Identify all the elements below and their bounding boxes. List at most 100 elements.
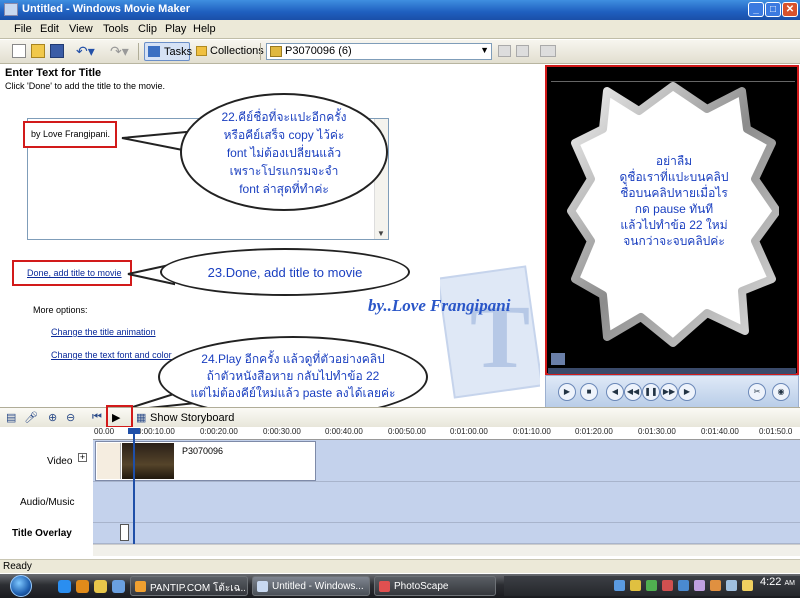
audio-track[interactable] — [93, 482, 800, 523]
preview-note-line: ดูชื่อเราที่แปะบนคลิป — [619, 170, 729, 184]
fast-forward-icon[interactable]: ▶▶ — [660, 383, 678, 401]
previous-frame-icon[interactable]: ◀ — [606, 383, 624, 401]
callout-23-text: 23.Done, add title to movie — [207, 265, 363, 280]
scroll-down-icon[interactable]: ▼ — [377, 229, 385, 238]
taskbar-item-photoscape[interactable]: PhotoScape — [374, 576, 496, 596]
volume-icon[interactable] — [726, 580, 737, 591]
start-button[interactable] — [10, 575, 32, 597]
preview-note-line: จนกว่าจะจบคลิปค่ะ — [623, 234, 725, 248]
menu-edit[interactable]: Edit — [40, 23, 59, 35]
clock-ampm: AM — [784, 580, 795, 587]
callout-23: 23.Done, add title to movie — [160, 248, 410, 296]
ruler-label: 0:00:50.00 — [388, 427, 426, 436]
title-text-highlight[interactable]: by Love Frangipani. — [23, 121, 117, 148]
done-add-title-link[interactable]: Done, add title to movie — [27, 268, 122, 278]
tray-app-icon[interactable] — [646, 580, 657, 591]
menu-file[interactable]: File — [14, 23, 32, 35]
callout-22: 22.คีย์ชื่อที่จะแปะอีกครั้ง หรือคีย์เสร็… — [180, 93, 388, 211]
up-level-icon[interactable] — [498, 45, 511, 57]
tray-app-icon[interactable] — [662, 580, 673, 591]
new-folder-icon[interactable] — [516, 45, 529, 57]
toolbar: ↶▾ ↷▾ Tasks Collections P3070096 (6) ▼ — [0, 40, 800, 64]
menu-play[interactable]: Play — [165, 23, 186, 35]
collections-button[interactable]: Collections — [194, 42, 264, 61]
timeline-ruler[interactable]: 00.00 0:00:10.00 0:00:20.00 0:00:30.00 0… — [93, 427, 800, 440]
ruler-label: 0:00:40.00 — [325, 427, 363, 436]
tasks-icon — [148, 46, 160, 57]
menu-clip[interactable]: Clip — [138, 23, 157, 35]
preview-controls: ▶ ■ ◀ ◀◀ ❚❚ ▶▶ ▶ ✂ ◉ — [545, 375, 799, 408]
rewind-icon[interactable]: ◀◀ — [624, 383, 642, 401]
browser-icon — [135, 581, 146, 592]
tray-app-icon[interactable] — [742, 580, 753, 591]
undo-icon[interactable]: ↶▾ — [76, 43, 95, 60]
ruler-label: 0:01:40.00 — [701, 427, 739, 436]
taskbar-item-pantip[interactable]: PANTIP.COM โต้ะเฉ... — [130, 576, 248, 596]
playhead[interactable] — [133, 428, 135, 544]
clock[interactable]: 4:22 AM — [760, 576, 795, 588]
preview-note-line: กด pause ทันที — [634, 202, 714, 216]
callout-24-line: ถ้าตัวหนังสือหาย กลับไปทำข้อ 22 — [206, 369, 380, 383]
title-overlay-clip[interactable] — [120, 524, 129, 541]
save-project-icon[interactable] — [50, 44, 64, 58]
full-screen-icon[interactable] — [551, 353, 565, 365]
menu-view[interactable]: View — [69, 23, 93, 35]
show-desktop-icon[interactable] — [112, 580, 125, 593]
zoom-in-icon[interactable]: ⊕ — [48, 411, 57, 424]
status-text: Ready — [3, 561, 32, 572]
taskbar-item-label: Untitled - Windows... — [272, 581, 364, 592]
take-picture-icon[interactable]: ◉ — [772, 383, 790, 401]
storyboard-icon[interactable]: ▦ — [136, 411, 146, 424]
task-heading: Enter Text for Title — [5, 67, 102, 79]
title-overlay-track[interactable] — [93, 523, 800, 544]
tray-app-icon[interactable] — [710, 580, 721, 591]
set-audio-levels-icon[interactable]: ▤ — [6, 411, 16, 424]
next-frame-icon[interactable]: ▶ — [678, 383, 696, 401]
clip-name: P3070096 — [182, 446, 224, 456]
audio-track-label: Audio/Music — [20, 497, 75, 508]
rewind-timeline-icon[interactable]: ⏮︎ — [92, 411, 102, 424]
ie-icon[interactable] — [58, 580, 71, 593]
menu-help[interactable]: Help — [193, 23, 216, 35]
firefox-icon[interactable] — [76, 580, 89, 593]
change-font-link[interactable]: Change the text font and color — [51, 350, 172, 360]
show-storyboard-label[interactable]: Show Storyboard — [150, 412, 234, 424]
play-icon[interactable]: ▶ — [558, 383, 576, 401]
zoom-out-icon[interactable]: ⊖ — [66, 411, 75, 424]
title-text-value: by Love Frangipani. — [31, 129, 111, 139]
collection-dropdown[interactable]: P3070096 (6) ▼ — [266, 43, 492, 60]
redo-icon[interactable]: ↷▾ — [110, 43, 129, 60]
menu-bar: File Edit View Tools Clip Play Help — [0, 20, 800, 39]
network-icon[interactable] — [614, 580, 625, 591]
timeline-scrollbar[interactable] — [93, 544, 800, 556]
playhead-handle[interactable] — [128, 428, 140, 434]
new-project-icon[interactable] — [12, 44, 26, 58]
tray-app-icon[interactable] — [630, 580, 641, 591]
views-icon[interactable] — [540, 45, 556, 57]
callout-22-line: font ไม่ต้องเปลี่ยนแล้ว — [226, 146, 342, 160]
ruler-label: 0:01:10.00 — [513, 427, 551, 436]
menu-tools[interactable]: Tools — [103, 23, 129, 35]
maximize-button[interactable]: □ — [765, 2, 781, 17]
callout-24-line: แต่ไม่ต้องคีย์ใหม่แล้ว paste ลงได้เลยค่ะ — [190, 386, 396, 400]
stop-icon[interactable]: ■ — [580, 383, 598, 401]
minimize-button[interactable]: _ — [748, 2, 764, 17]
tasks-button[interactable]: Tasks — [144, 42, 192, 61]
tray-app-icon[interactable] — [694, 580, 705, 591]
folder-icon[interactable] — [94, 580, 107, 593]
preview-seek-bar[interactable] — [548, 368, 796, 374]
video-clip[interactable]: P3070096 — [95, 441, 316, 481]
close-button[interactable]: ✕ — [782, 2, 798, 17]
callout-22-line: หรือคีย์เสร็จ copy ไว้ค่ะ — [223, 128, 345, 142]
change-animation-link[interactable]: Change the title animation — [51, 327, 156, 337]
tray-app-icon[interactable] — [678, 580, 689, 591]
clip-thumbnail-title — [97, 443, 121, 479]
ruler-label: 0:01:20.00 — [575, 427, 613, 436]
open-project-icon[interactable] — [31, 44, 45, 58]
expand-icon[interactable]: + — [78, 453, 87, 462]
split-clip-icon[interactable]: ✂ — [748, 383, 766, 401]
video-track-label: Video — [47, 456, 73, 467]
narrate-icon[interactable]: 🎤︎ — [24, 411, 38, 424]
taskbar-item-movie-maker[interactable]: Untitled - Windows... — [252, 576, 370, 596]
pause-icon[interactable]: ❚❚ — [642, 383, 660, 401]
